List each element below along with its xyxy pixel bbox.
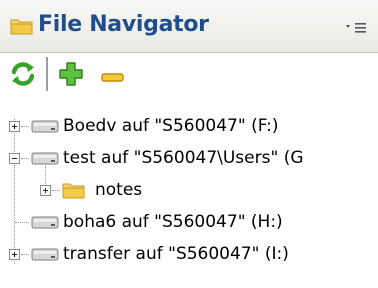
file-tree: Boedv auf "S560047" (F:) test auf "S5600…	[0, 101, 378, 288]
network-drive-icon	[31, 119, 59, 134]
tree-connector	[21, 158, 29, 159]
tree-node-transfer[interactable]: transfer auf "S560047" (I:)	[0, 239, 378, 271]
collapse-toggle[interactable]	[9, 153, 20, 164]
network-drive-icon	[31, 247, 59, 262]
expand-toggle[interactable]	[40, 185, 51, 196]
refresh-button[interactable]	[8, 59, 38, 93]
folder-icon	[62, 181, 86, 203]
tree-node-boha6[interactable]: boha6 auf "S560047" (H:)	[0, 207, 378, 239]
tree-node-label: transfer auf "S560047" (I:)	[63, 244, 289, 264]
tree-connector	[15, 222, 29, 223]
tree-connector	[21, 254, 29, 255]
view-menu-button[interactable]	[345, 20, 367, 34]
tree-node-boedv[interactable]: Boedv auf "S560047" (F:)	[0, 111, 378, 143]
remove-button[interactable]	[100, 69, 126, 88]
tree-node-test[interactable]: test auf "S560047\Users" (G	[0, 143, 378, 175]
tree-node-notes[interactable]: notes	[0, 175, 378, 207]
file-navigator-panel: File Navigator Boedv auf "S560047" (F:) …	[0, 0, 378, 288]
folder-icon	[10, 17, 34, 39]
tree-node-label: Boedv auf "S560047" (F:)	[63, 116, 279, 136]
tree-connector	[21, 126, 29, 127]
network-drive-icon	[31, 215, 59, 230]
view-menu-icon	[346, 23, 366, 33]
expand-toggle[interactable]	[9, 121, 20, 132]
expand-toggle[interactable]	[9, 249, 20, 260]
remove-icon	[101, 73, 124, 82]
toolbar	[0, 53, 378, 101]
tree-node-label: test auf "S560047\Users" (G	[63, 148, 304, 168]
panel-title: File Navigator	[38, 12, 209, 37]
panel-header: File Navigator	[0, 0, 378, 53]
tree-node-label: notes	[95, 180, 143, 200]
tree-connector	[52, 190, 60, 191]
tree-node-label: boha6 auf "S560047" (H:)	[63, 212, 283, 232]
add-icon	[59, 62, 83, 86]
add-button[interactable]	[58, 61, 84, 91]
toolbar-separator	[46, 57, 48, 91]
network-drive-icon	[31, 151, 59, 166]
refresh-icon	[11, 62, 35, 86]
